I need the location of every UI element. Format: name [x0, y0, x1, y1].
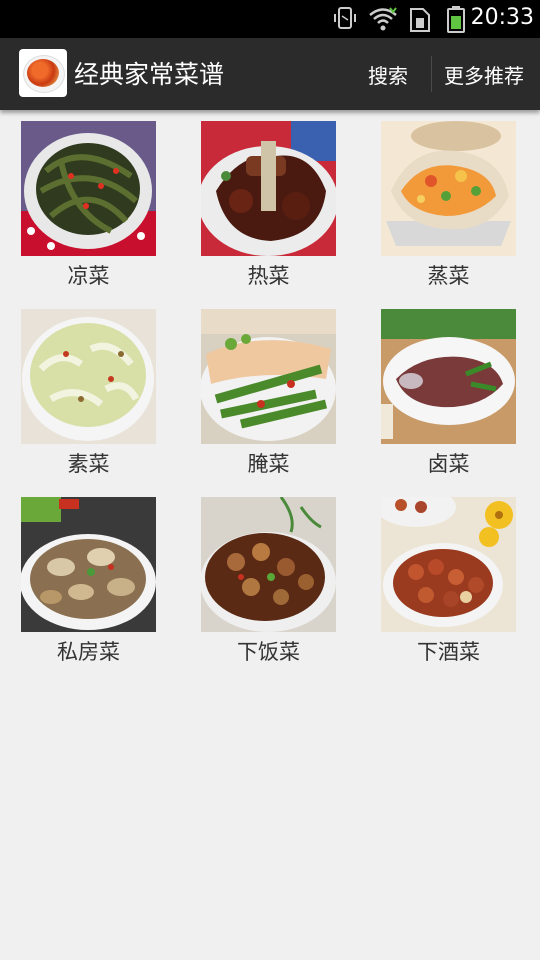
category-item-drinking-snacks[interactable]: 下酒菜: [381, 497, 516, 666]
category-label: 素菜: [67, 452, 110, 476]
braised-ribs-photo[interactable]: [201, 121, 336, 256]
category-label: 蒸菜: [427, 264, 470, 288]
kelp-salad-photo[interactable]: [21, 121, 156, 256]
category-label: 热菜: [247, 264, 290, 288]
stir-fried-meat-photo[interactable]: [201, 497, 336, 632]
vibrate-icon: [334, 7, 356, 29]
wifi-icon: [369, 7, 397, 31]
category-label: 凉菜: [67, 264, 110, 288]
fried-peanuts-photo[interactable]: [381, 497, 516, 632]
category-item-pickled-dishes[interactable]: 腌菜: [201, 309, 336, 478]
pickled-vegetables-photo[interactable]: [201, 309, 336, 444]
braised-duck-photo[interactable]: [381, 309, 516, 444]
category-item-braised-dishes[interactable]: 卤菜: [381, 309, 516, 478]
dish-icon[interactable]: [19, 49, 67, 97]
search-button[interactable]: 搜索: [368, 60, 408, 89]
category-item-private-dishes[interactable]: 私房菜: [21, 497, 156, 666]
battery-icon: [447, 6, 465, 33]
category-label: 下酒菜: [417, 640, 480, 664]
category-label: 腌菜: [247, 452, 290, 476]
category-item-steamed-dishes[interactable]: 蒸菜: [381, 121, 516, 290]
steamed-scallop-photo[interactable]: [381, 121, 516, 256]
status-bar: 20:33: [0, 0, 540, 38]
status-time: 20:33: [470, 5, 534, 30]
stir-fried-cabbage-photo[interactable]: [21, 309, 156, 444]
category-label: 卤菜: [427, 452, 470, 476]
category-item-hot-dishes[interactable]: 热菜: [201, 121, 336, 290]
category-label: 私房菜: [57, 640, 120, 664]
category-item-vegetable-dishes[interactable]: 素菜: [21, 309, 156, 478]
clams-photo[interactable]: [21, 497, 156, 632]
action-bar: 经典家常菜谱 搜索 更多推荐: [0, 38, 540, 110]
category-item-rice-dishes[interactable]: 下饭菜: [201, 497, 336, 666]
action-divider: [431, 56, 432, 92]
app-title: 经典家常菜谱: [74, 60, 225, 89]
category-label: 下饭菜: [237, 640, 300, 664]
sim-icon: [410, 8, 430, 32]
category-item-cold-dishes[interactable]: 凉菜: [21, 121, 156, 290]
more-recommend-button[interactable]: 更多推荐: [444, 60, 524, 89]
